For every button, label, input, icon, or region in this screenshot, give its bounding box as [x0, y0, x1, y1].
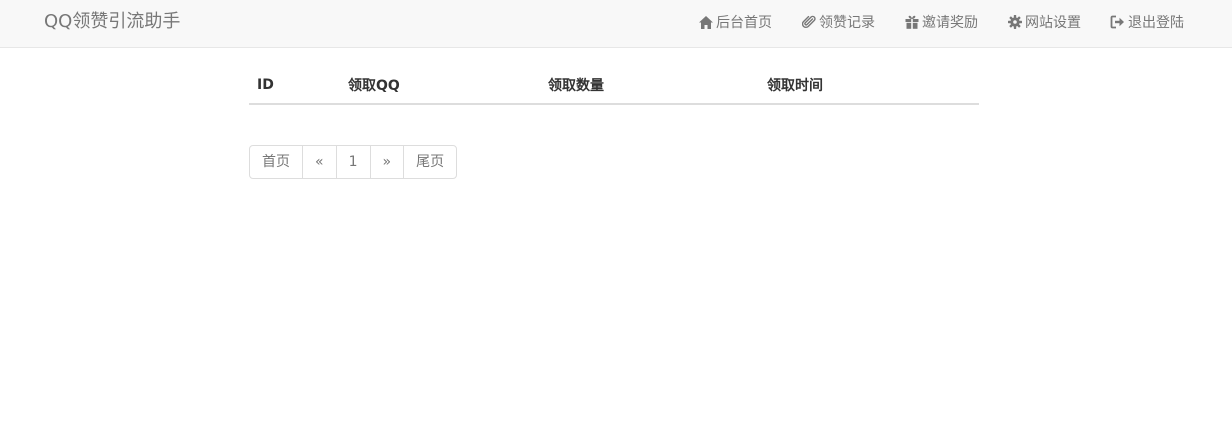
- page-number-button[interactable]: 1: [335, 145, 371, 179]
- nav-item-invite[interactable]: 邀请奖励: [904, 12, 978, 32]
- table-header-row: ID 领取QQ 领取数量 领取时间: [249, 66, 979, 105]
- prev-page-button[interactable]: «: [302, 145, 337, 179]
- logout-icon: [1110, 15, 1125, 30]
- brand-title[interactable]: QQ领赞引流助手: [44, 0, 180, 44]
- nav-item-label: 退出登陆: [1128, 15, 1184, 31]
- column-header-qq: 领取QQ: [340, 66, 540, 105]
- column-header-time: 领取时间: [759, 66, 979, 105]
- nav-item-logout[interactable]: 退出登陆: [1110, 12, 1184, 32]
- top-navbar: QQ领赞引流助手 后台首页 领赞记录 邀请奖励 网站设置 退出登陆: [0, 0, 1232, 48]
- gear-icon: [1007, 15, 1022, 30]
- nav-item-label: 邀请奖励: [922, 15, 978, 31]
- nav-item-home[interactable]: 后台首页: [698, 12, 772, 32]
- records-table: ID 领取QQ 领取数量 领取时间: [249, 66, 979, 105]
- column-header-quantity: 领取数量: [540, 66, 759, 105]
- nav-item-label: 网站设置: [1025, 15, 1081, 31]
- nav-menu: 后台首页 领赞记录 邀请奖励 网站设置 退出登陆: [698, 0, 1184, 44]
- home-icon: [698, 15, 713, 30]
- records-table-container: ID 领取QQ 领取数量 领取时间: [249, 66, 979, 105]
- nav-item-label: 领赞记录: [819, 15, 875, 31]
- nav-item-settings[interactable]: 网站设置: [1007, 12, 1081, 32]
- next-page-button[interactable]: »: [369, 145, 405, 179]
- nav-item-label: 后台首页: [716, 15, 772, 31]
- pagination: 首页 « 1 » 尾页: [249, 145, 458, 179]
- last-page-button[interactable]: 尾页: [403, 145, 458, 179]
- paperclip-icon: [801, 15, 816, 30]
- column-header-id: ID: [249, 66, 340, 105]
- gift-icon: [904, 15, 919, 30]
- nav-item-records[interactable]: 领赞记录: [801, 12, 875, 32]
- first-page-button[interactable]: 首页: [249, 145, 303, 179]
